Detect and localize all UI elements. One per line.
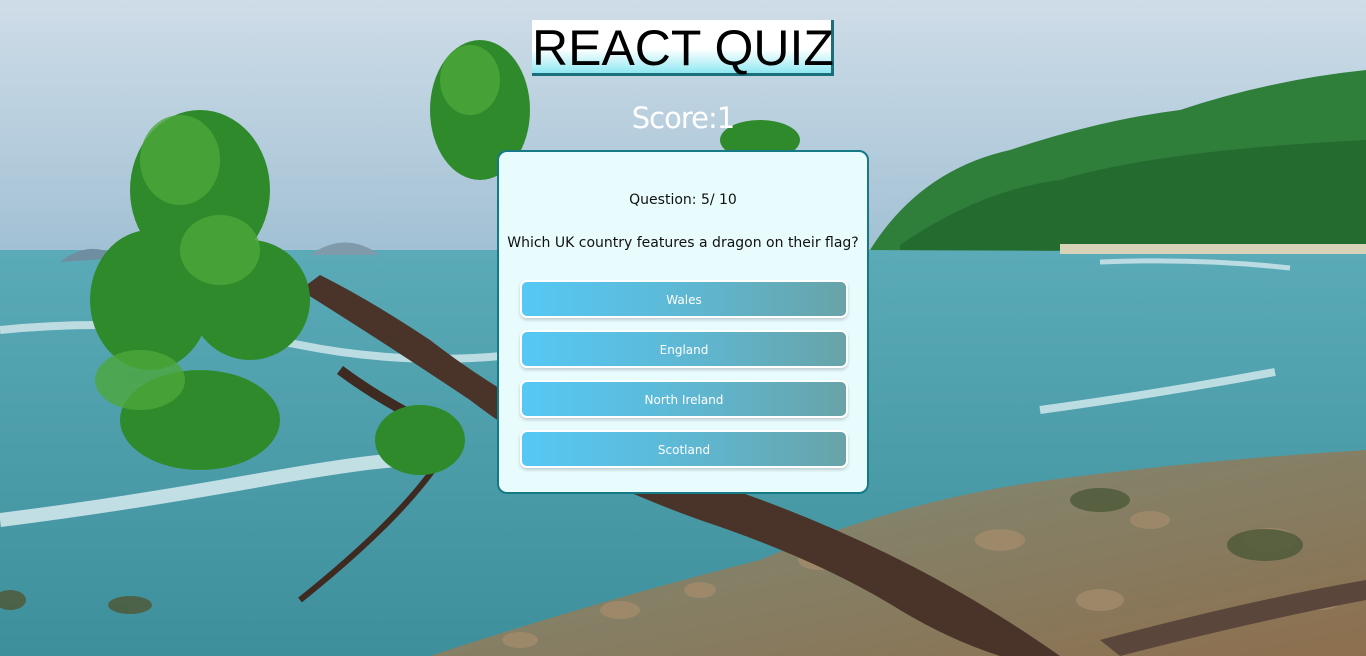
answer-list: Wales England North Ireland Scotland: [520, 280, 848, 480]
score-display: Score:1: [631, 101, 735, 135]
answer-button-england[interactable]: England: [520, 330, 848, 368]
quiz-card: Question: 5/ 10 Which UK country feature…: [497, 150, 869, 494]
question-text: Which UK country features a dragon on th…: [507, 235, 859, 251]
question-counter: Question: 5/ 10: [629, 192, 737, 208]
page-title: REACT QUIZ: [532, 20, 834, 76]
answer-button-scotland[interactable]: Scotland: [520, 430, 848, 468]
answer-button-wales[interactable]: Wales: [520, 280, 848, 318]
answer-button-north-ireland[interactable]: North Ireland: [520, 380, 848, 418]
